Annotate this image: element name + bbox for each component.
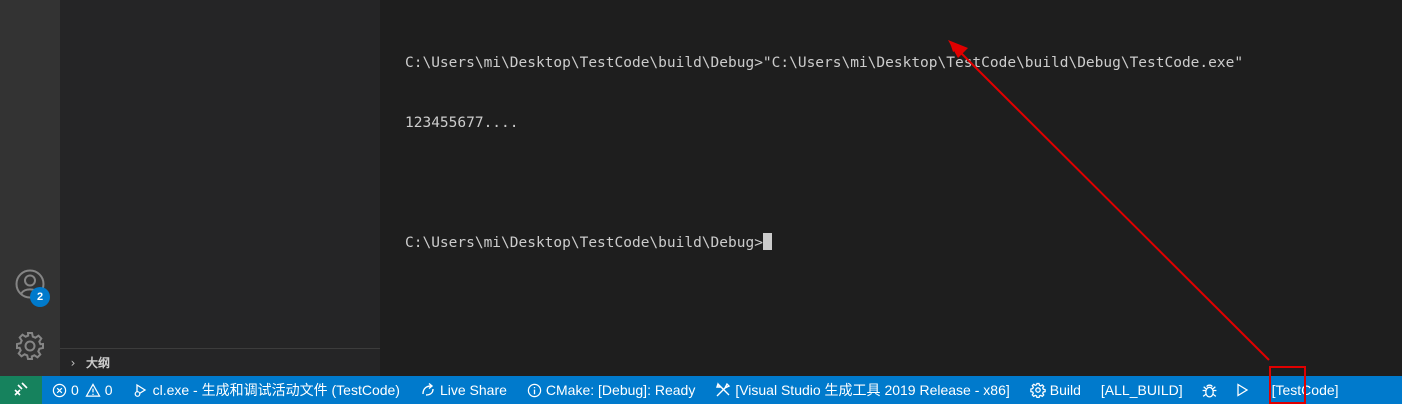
terminal-prompt-line: C:\Users\mi\Desktop\TestCode\build\Debug… — [405, 233, 1243, 253]
problems-indicator[interactable]: 0 0 — [42, 376, 123, 404]
terminal-line: C:\Users\mi\Desktop\TestCode\build\Debug… — [405, 55, 1244, 71]
live-share-label: Live Share — [439, 382, 507, 398]
terminal-output: C:\Users\mi\Desktop\TestCode\build\Debug… — [405, 13, 1243, 293]
remote-icon — [13, 381, 29, 400]
active-file-label: cl.exe - 生成和调试活动文件 (TestCode) — [152, 382, 400, 398]
error-icon — [52, 383, 67, 398]
terminal-panel[interactable]: C:\Users\mi\Desktop\TestCode\build\Debug… — [380, 0, 1402, 376]
build-target-label: [ALL_BUILD] — [1100, 382, 1183, 398]
bug-icon — [1201, 382, 1218, 399]
build-label: Build — [1049, 382, 1081, 398]
cmake-status-item[interactable]: CMake: [Debug]: Ready — [517, 376, 705, 404]
debug-config-icon — [133, 382, 149, 398]
cmake-debug-button[interactable] — [1193, 376, 1226, 404]
cmake-kit-label: [Visual Studio 生成工具 2019 Release - x86] — [735, 382, 1010, 398]
error-count: 0 — [71, 382, 79, 398]
tools-icon — [715, 382, 731, 398]
info-icon — [527, 383, 542, 398]
build-target-item[interactable]: [ALL_BUILD] — [1091, 376, 1193, 404]
terminal-cursor — [762, 233, 772, 250]
warning-count: 0 — [104, 382, 113, 398]
terminal-prompt: C:\Users\mi\Desktop\TestCode\build\Debug… — [405, 235, 763, 251]
accounts-badge: 2 — [30, 287, 50, 307]
manage-gear-icon — [14, 330, 46, 366]
terminal-line: 123455677.... — [405, 115, 519, 131]
gear-icon — [1030, 382, 1046, 398]
cmake-run-button[interactable] — [1226, 376, 1258, 404]
remote-indicator[interactable] — [0, 376, 42, 404]
cmake-status-label: CMake: [Debug]: Ready — [545, 382, 696, 398]
status-bar: 0 0 cl.exe - 生成和调试活动文件 (TestCode) Live S… — [0, 376, 1402, 404]
cmake-build-button[interactable]: Build — [1020, 376, 1091, 404]
debug-configuration-item[interactable]: cl.exe - 生成和调试活动文件 (TestCode) — [123, 376, 410, 404]
launch-target-item[interactable]: [TestCode] — [1258, 376, 1349, 404]
cmake-kit-item[interactable]: [Visual Studio 生成工具 2019 Release - x86] — [705, 376, 1019, 404]
play-icon — [1234, 382, 1250, 398]
warning-icon — [85, 382, 101, 398]
launch-target-label: [TestCode] — [1271, 382, 1339, 398]
outline-section-header[interactable]: › 大纲 — [60, 348, 380, 376]
live-share-icon — [420, 382, 436, 398]
chevron-right-icon: › — [70, 355, 76, 370]
outline-label: 大纲 — [86, 356, 111, 370]
terminal-line: ​ — [405, 173, 1243, 193]
live-share-button[interactable]: Live Share — [410, 376, 517, 404]
manage-button[interactable] — [0, 330, 60, 366]
sidebar: › 大纲 — [60, 0, 380, 376]
activity-bar: 2 — [0, 0, 60, 376]
